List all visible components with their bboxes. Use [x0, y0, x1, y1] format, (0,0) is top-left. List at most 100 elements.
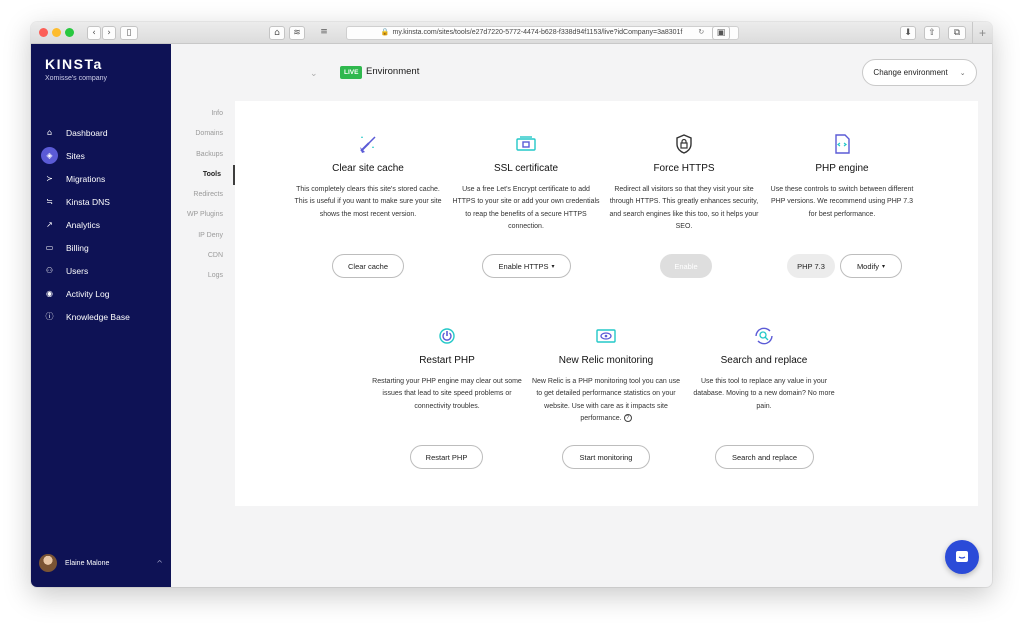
new-tab-button[interactable]: + — [972, 22, 992, 44]
minimize-window-button[interactable] — [52, 28, 61, 37]
kinsta-logo[interactable]: KINSTa — [45, 56, 103, 72]
sites-icon: ◈ — [41, 147, 58, 164]
tool-search-replace: Search and replace Use this tool to repl… — [689, 325, 839, 413]
chat-icon — [956, 551, 968, 562]
enable-https-button[interactable]: Enable HTTPS ▾ — [482, 254, 571, 278]
sidebar-item-label: Activity Log — [66, 288, 110, 299]
browser-titlebar: ‹ › ▯ ⌂ ≋ ≡ 🔒 my.kinsta.com/sites/tools/e… — [31, 22, 992, 44]
enable-force-https-button[interactable]: Enable — [660, 254, 712, 278]
subnav-item-redirects[interactable]: Redirects — [171, 185, 235, 205]
knowledge-base-icon: ⓘ — [45, 312, 54, 321]
browser-window: ‹ › ▯ ⌂ ≋ ≡ 🔒 my.kinsta.com/sites/tools/e… — [31, 22, 992, 587]
sidebar-toggle-icon[interactable]: ▯ — [120, 26, 138, 40]
monitor-eye-icon — [531, 325, 681, 347]
subnav-item-domains[interactable]: Domains — [171, 124, 235, 144]
tool-title: New Relic monitoring — [558, 355, 654, 366]
subnav-item-info[interactable]: Info — [171, 104, 235, 124]
tool-restart-php: Restart PHP Restarting your PHP engine m… — [372, 325, 522, 413]
sidebar-item-label: Users — [66, 265, 89, 276]
layers-icon[interactable]: ≋ — [289, 26, 305, 40]
shield-lock-icon — [609, 133, 759, 155]
subnav-item-wp-plugins[interactable]: WP Plugins — [171, 205, 235, 225]
chevron-down-icon: ⌄ — [959, 68, 966, 77]
tool-title: Restart PHP — [419, 355, 475, 366]
subnav-item-backups[interactable]: Backups — [171, 145, 235, 165]
sidebar-item-sites[interactable]: ◈ Sites — [31, 144, 171, 167]
restart-power-icon — [372, 325, 522, 347]
tool-description: Use this tool to replace any value in yo… — [693, 378, 835, 410]
forward-icon[interactable]: › — [102, 26, 116, 40]
company-name: Xomisse's company — [45, 75, 108, 82]
users-icon: ⚇ — [45, 266, 54, 275]
migrations-icon: ≻ — [46, 174, 53, 183]
tool-ssl-certificate: SSL certificate Use a free Let's Encrypt… — [451, 133, 601, 234]
broom-icon — [293, 133, 443, 155]
start-monitoring-button[interactable]: Start monitoring — [562, 445, 650, 469]
subnav-item-ip-deny[interactable]: IP Deny — [171, 226, 235, 246]
certificate-icon — [451, 133, 601, 155]
tool-title: PHP engine — [815, 163, 869, 174]
new-relic-description-text: New Relic is a PHP monitoring tool you c… — [531, 378, 681, 423]
tool-clear-cache: Clear site cache This completely clears … — [293, 133, 443, 221]
sidebar-item-label: Dashboard — [66, 127, 108, 138]
chat-launcher-button[interactable] — [945, 540, 979, 574]
tool-title: SSL certificate — [493, 163, 559, 174]
tool-description: This completely clears this site's store… — [294, 186, 442, 218]
extension-icon[interactable]: ▣ — [712, 26, 730, 40]
clear-cache-button[interactable]: Clear cache — [332, 254, 404, 278]
help-icon[interactable]: ? — [623, 414, 632, 423]
url-text: my.kinsta.com/sites/tools/e27d7220-5772-… — [392, 29, 683, 36]
lock-icon: 🔒 — [380, 29, 390, 36]
home-browser-icon[interactable]: ⌂ — [269, 26, 285, 40]
change-environment-label: Change environment — [873, 68, 948, 77]
subnav-item-logs[interactable]: Logs — [171, 266, 235, 286]
user-menu[interactable]: Elaine Malone ^ — [39, 553, 163, 573]
sidebar-item-label: Analytics — [66, 219, 101, 230]
downloads-icon[interactable]: ⬇ — [900, 26, 916, 40]
sidebar-item-kinsta-dns[interactable]: ≒ Kinsta DNS — [31, 190, 171, 213]
sidebar-item-dashboard[interactable]: ⌂ Dashboard — [31, 121, 171, 144]
zoom-window-button[interactable] — [65, 28, 74, 37]
tool-title: Force HTTPS — [653, 163, 715, 174]
sidebar-item-label: Sites — [66, 150, 85, 161]
sidebar-item-analytics[interactable]: ↗ Analytics — [31, 213, 171, 236]
search-and-replace-button[interactable]: Search and replace — [715, 445, 814, 469]
tool-description: Redirect all visitors so that they visit… — [609, 186, 759, 231]
tool-new-relic: New Relic monitoring New Relic is a PHP … — [531, 325, 681, 426]
home-icon: ⌂ — [46, 128, 53, 137]
chevron-down-icon[interactable]: ⌄ — [310, 69, 318, 79]
billing-icon: ▭ — [45, 243, 54, 252]
reader-icon[interactable]: ≡ — [317, 26, 331, 40]
subnav-item-tools[interactable]: Tools — [171, 164, 235, 186]
tabs-overview-icon[interactable]: ⧉ — [948, 26, 966, 40]
back-icon[interactable]: ‹ — [87, 26, 101, 40]
change-environment-button[interactable]: Change environment ⌄ — [862, 59, 977, 86]
reload-icon[interactable]: ↻ — [698, 29, 704, 36]
subnav-item-cdn[interactable]: CDN — [171, 246, 235, 266]
sidebar-item-label: Billing — [66, 242, 89, 253]
tool-description: Restarting your PHP engine may clear out… — [372, 378, 522, 410]
sidebar-item-activity-log[interactable]: ◉ Activity Log — [31, 282, 171, 305]
share-icon[interactable]: ⇧ — [924, 26, 940, 40]
tool-description: Use a free Let's Encrypt certificate to … — [452, 186, 600, 231]
sidebar-item-migrations[interactable]: ≻ Migrations — [31, 167, 171, 190]
site-subnav: Info Domains Backups Tools Redirects WP … — [171, 104, 235, 287]
tool-force-https: Force HTTPS Redirect all visitors so tha… — [609, 133, 759, 234]
tool-description: New Relic is a PHP monitoring tool you c… — [531, 376, 681, 426]
address-bar[interactable]: 🔒 my.kinsta.com/sites/tools/e27d7220-5772… — [346, 26, 739, 40]
sidebar-item-billing[interactable]: ▭ Billing — [31, 236, 171, 259]
sidebar-item-knowledge-base[interactable]: ⓘ Knowledge Base — [31, 305, 171, 328]
php-file-icon — [767, 133, 917, 155]
restart-php-button[interactable]: Restart PHP — [410, 445, 483, 469]
sidebar-item-label: Kinsta DNS — [66, 196, 110, 207]
tool-php-engine: PHP engine Use these controls to switch … — [767, 133, 917, 221]
tool-title: Search and replace — [720, 355, 808, 366]
modify-php-button[interactable]: Modify ▾ — [840, 254, 902, 278]
close-window-button[interactable] — [39, 28, 48, 37]
chevron-down-icon: ▾ — [882, 262, 886, 270]
analytics-icon: ↗ — [46, 220, 53, 229]
tool-title: Clear site cache — [332, 163, 404, 174]
sidebar-item-users[interactable]: ⚇ Users — [31, 259, 171, 282]
activity-log-icon: ◉ — [46, 289, 53, 298]
sidebar-nav: ⌂ Dashboard ◈ Sites ≻ Migrations ≒ Kinst… — [31, 121, 171, 328]
